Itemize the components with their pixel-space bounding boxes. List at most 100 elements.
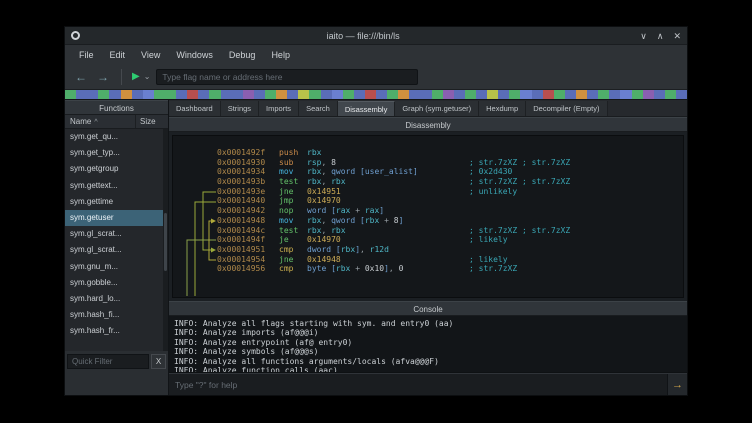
function-row[interactable]: sym.hash_fr... [65,323,168,339]
disasm-address: 0x00014948 [217,216,265,226]
disasm-mnemonic: test [279,177,307,187]
function-row[interactable]: sym.gl_scrat... [65,242,168,258]
colorbar-segment [154,90,165,99]
disasm-token: rbx [331,177,345,186]
tab-disassembly[interactable]: Disassembly [338,101,396,116]
minimize-icon[interactable]: ∨ [640,29,647,43]
disasm-line[interactable]: 0x0001493ejne0x14951; unlikely [217,187,683,197]
disasm-address: 0x00014951 [217,245,265,255]
colorbar-segment [109,90,120,99]
function-row[interactable]: sym.gobble... [65,275,168,291]
menu-item-debug[interactable]: Debug [221,45,264,65]
tab-strings[interactable]: Strings [221,101,259,116]
function-row[interactable]: sym.gl_scrat... [65,226,168,242]
play-icon[interactable]: ▶ [132,72,140,82]
disasm-token: rbx [307,226,321,235]
disasm-token: rbx [341,245,355,254]
right-pane: DashboardStringsImportsSearchDisassembly… [169,100,687,395]
forward-icon[interactable]: → [95,71,111,83]
disasm-line[interactable]: 0x0001494ctestrbx, rbx; str.7zXZ ; str.7… [217,226,683,236]
address-input[interactable] [156,69,418,85]
functions-columns: Name^ Size [65,115,168,129]
disasm-address: 0x00014956 [217,264,265,274]
menu-item-windows[interactable]: Windows [168,45,221,65]
colorbar-segment [498,90,509,99]
tab-imports[interactable]: Imports [259,101,299,116]
colorbar-segment [365,90,376,99]
tab-hexdump[interactable]: Hexdump [479,101,526,116]
colorbar-segment [265,90,276,99]
disasm-token: + [350,264,364,273]
function-row[interactable]: sym.hard_lo... [65,291,168,307]
function-row[interactable]: sym.gettext... [65,178,168,194]
quick-filter-input[interactable] [67,354,149,369]
disasm-token: 0x10 [365,264,384,273]
disasm-token: , [360,245,370,254]
colorbar-segment [620,90,631,99]
menu-item-view[interactable]: View [133,45,168,65]
clear-filter-button[interactable]: X [151,354,166,369]
scrollbar-thumb[interactable] [164,213,167,271]
close-icon[interactable]: ✕ [673,29,681,43]
functions-scrollbar[interactable] [163,129,168,351]
tab-search[interactable]: Search [299,101,338,116]
disassembly-frame: 0x0001492fpushrbx0x00014930subrsp, 8; st… [172,135,684,298]
colorbar-segment [298,90,309,99]
console-input[interactable] [169,374,667,395]
disasm-line[interactable]: 0x00014940jmp0x14970 [217,196,683,206]
disasm-line[interactable]: 0x0001494fje0x14970; likely [217,235,683,245]
app-icon [71,31,80,40]
disasm-line[interactable]: 0x00014948movrbx, qword [rbx + 8] [217,216,683,226]
disasm-line[interactable]: 0x00014956cmpbyte [rbx + 0x10], 0; str.7… [217,264,683,274]
disasm-line[interactable]: 0x0001492fpushrbx [217,148,683,158]
tab-decompiler-empty[interactable]: Decompiler (Empty) [526,101,607,116]
disasm-mnemonic: cmp [279,264,307,274]
disasm-line[interactable]: 0x00014942nopword [rax + rax] [217,206,683,216]
column-header-name[interactable]: Name^ [65,115,136,128]
disasm-comment: ; str.7zXZ ; str.7zXZ [469,158,570,167]
disasm-address: 0x00014954 [217,255,265,265]
disasm-token: 0 [399,264,404,273]
function-row[interactable]: sym.gnu_m... [65,259,168,275]
disasm-token: qword [331,167,360,176]
disasm-token: 0x14970 [307,235,341,244]
disasm-operands: rbx, qword [rbx + 8] [307,216,469,226]
menu-item-file[interactable]: File [71,45,102,65]
quick-filter-row: X [65,351,168,371]
chevron-down-icon[interactable]: ⌄ [144,73,151,81]
colorbar-segment [432,90,443,99]
disassembly-listing: 0x0001492fpushrbx0x00014930subrsp, 8; st… [217,136,683,274]
function-row[interactable]: sym.get_qu... [65,129,168,145]
console-enter-button[interactable]: → [667,374,687,395]
menu-item-help[interactable]: Help [263,45,298,65]
function-row[interactable]: sym.hash_fi... [65,307,168,323]
disasm-line[interactable]: 0x0001493btestrbx, rbx; str.7zXZ ; str.7… [217,177,683,187]
back-icon[interactable]: ← [73,71,89,83]
colorbar-segment [187,90,198,99]
console-panel-header: Console [169,301,687,316]
tab-graph-sym-getuser[interactable]: Graph (sym.getuser) [395,101,479,116]
function-row[interactable]: sym.gettime [65,194,168,210]
disasm-address: 0x0001494f [217,235,265,245]
disasm-line[interactable]: 0x00014954jne0x14948; likely [217,255,683,265]
maximize-icon[interactable]: ∧ [657,29,664,43]
column-header-size[interactable]: Size [136,115,168,128]
address-colorbar[interactable] [65,90,687,100]
functions-panel-header: Functions [65,100,168,115]
menu-item-edit[interactable]: Edit [102,45,134,65]
desktop-background: iaito — file:///bin/ls ∨ ∧ ✕ FileEditVie… [0,0,752,423]
disasm-token: , [321,177,331,186]
function-row[interactable]: sym.getuser [65,210,168,226]
disasm-line[interactable]: 0x00014930subrsp, 8; str.7zXZ ; str.7zXZ [217,158,683,168]
function-row[interactable]: sym.get_typ... [65,145,168,161]
colorbar-segment [632,90,643,99]
colorbar-segment [287,90,298,99]
disasm-token: 8 [331,158,336,167]
disasm-token: , [321,226,331,235]
function-row[interactable]: sym.getgroup [65,161,168,177]
console-input-row: → [169,373,687,395]
disasm-line[interactable]: 0x00014934movrbx, qword [user_alist]; 0x… [217,167,683,177]
disasm-line[interactable]: 0x00014951cmpdword [rbx], r12d [217,245,683,255]
colorbar-segment [232,90,243,99]
tab-dashboard[interactable]: Dashboard [169,101,221,116]
